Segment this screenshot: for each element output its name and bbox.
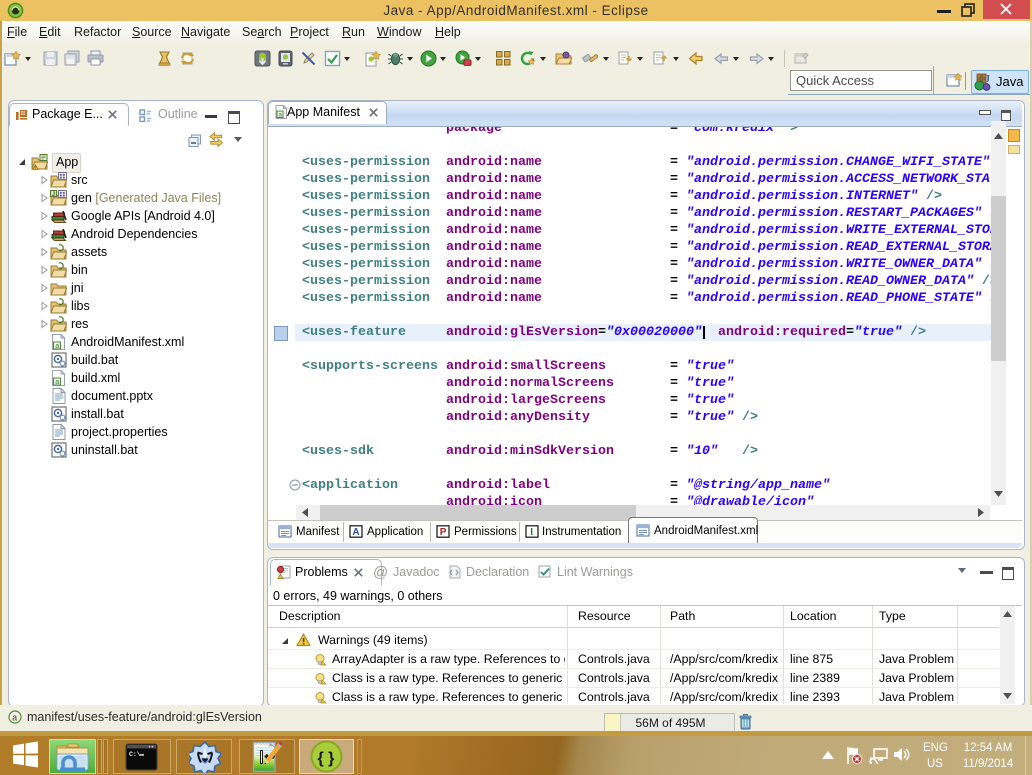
svg-text:I: I: [530, 527, 533, 538]
svg-text:!: !: [35, 165, 36, 170]
svg-text:a: a: [55, 343, 60, 350]
svg-text:J: J: [985, 74, 990, 85]
svg-text:{ }: { }: [318, 750, 335, 767]
svg-text:a: a: [12, 714, 18, 724]
svg-text:P: P: [440, 527, 447, 538]
svg-text:A: A: [352, 527, 359, 538]
svg-text:J: J: [52, 192, 55, 198]
svg-text:a: a: [278, 112, 282, 119]
svg-text:C:\: C:\: [129, 751, 141, 758]
svg-text:a: a: [55, 379, 60, 386]
